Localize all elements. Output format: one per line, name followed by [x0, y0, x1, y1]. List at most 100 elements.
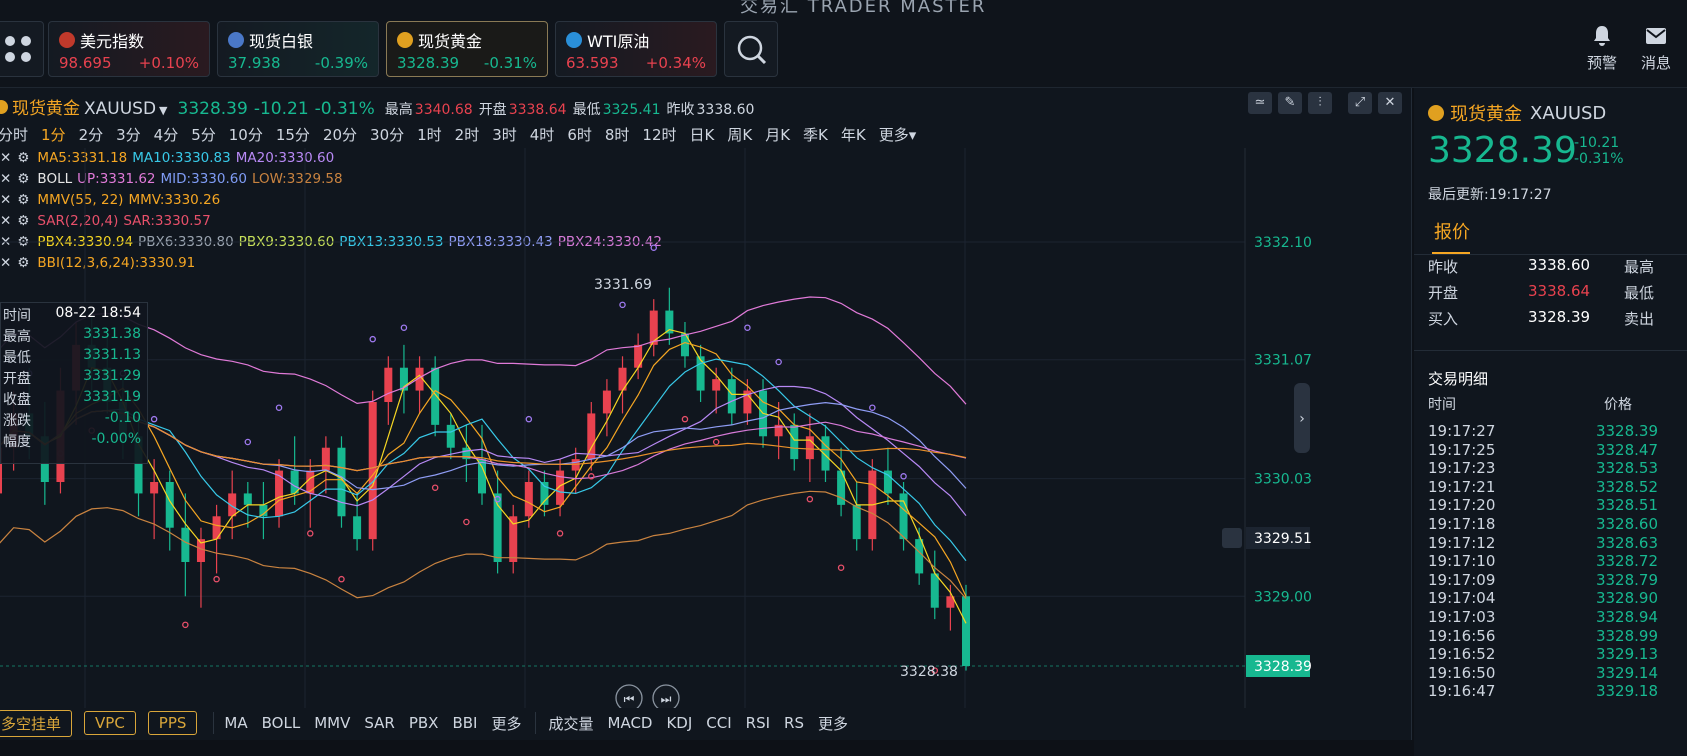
timeframe-option[interactable]: 1分: [41, 124, 66, 146]
trade-time: 19:16:56: [1428, 626, 1496, 645]
skip-forward-icon: ⏭: [661, 692, 672, 706]
main-indicator-button[interactable]: MMV: [314, 714, 350, 732]
sar-dot: [619, 301, 626, 309]
trade-price: 3329.13: [1595, 645, 1658, 664]
trade-time: 19:17:25: [1428, 440, 1496, 459]
sar-dot: [837, 564, 845, 571]
candle-body: [680, 333, 689, 357]
quote-card[interactable]: WTI原油 63.593 +0.34%: [555, 21, 717, 77]
timeframe-option[interactable]: 3分: [116, 124, 141, 146]
alert-button[interactable]: 预警: [1580, 24, 1624, 73]
divider: [213, 712, 215, 734]
trade-time: 19:16:52: [1428, 645, 1496, 664]
prev-label: 昨收: [666, 102, 695, 118]
oil-icon: [566, 32, 582, 48]
y-tick-label: 3331.07: [1254, 353, 1312, 369]
symbol-name[interactable]: 现货黄金: [12, 94, 80, 119]
timeframe-option[interactable]: 8时: [605, 124, 630, 146]
sub-indicator-button[interactable]: 成交量: [548, 713, 593, 734]
quote-change: +0.10%: [138, 54, 199, 72]
timeframe-option[interactable]: 日K: [690, 124, 715, 146]
timeframe-option[interactable]: 20分: [323, 124, 357, 146]
pill-button[interactable]: PPS: [147, 711, 198, 735]
quote-card[interactable]: 现货白银 37.938 -0.39%: [217, 21, 379, 77]
timeframe-option[interactable]: 10分: [229, 124, 263, 146]
mail-icon: [1646, 28, 1666, 44]
candle-type-button[interactable]: ⫶: [1308, 92, 1332, 114]
sub-indicator-button[interactable]: CCI: [706, 714, 731, 732]
timeframe-option[interactable]: 12时: [642, 124, 676, 146]
close-icon: ✕: [1384, 95, 1396, 110]
timeframe-option[interactable]: 周K: [727, 124, 752, 146]
quote-card[interactable]: 现货黄金 3328.39 -0.31%: [386, 21, 548, 77]
panel-symbol-name: 现货黄金: [1450, 104, 1522, 125]
main-indicator-button[interactable]: MA: [224, 714, 247, 732]
quote-card[interactable]: 美元指数 98.695 +0.10%: [48, 21, 210, 77]
tab-quote[interactable]: 报价: [1434, 218, 1470, 244]
sar-dot: [150, 415, 158, 423]
sub-indicator-button[interactable]: RSI: [746, 714, 770, 732]
candle-body: [321, 447, 330, 471]
main-indicator-button[interactable]: SAR: [364, 714, 394, 732]
quote-name: 美元指数: [80, 32, 145, 51]
trade-time: 19:17:09: [1428, 570, 1496, 589]
timeframe-option[interactable]: 2时: [455, 124, 480, 146]
alert-label: 预警: [1586, 54, 1617, 72]
quote-change: -0.39%: [314, 54, 368, 72]
timeframe-option[interactable]: 月K: [765, 124, 790, 146]
candle-body: [602, 390, 611, 414]
chart-style-button[interactable]: ≃: [1248, 92, 1272, 114]
timeframe-option[interactable]: 2分: [79, 124, 104, 146]
quote-price: 98.695: [59, 54, 112, 72]
sub-indicator-button[interactable]: 更多: [818, 713, 848, 734]
apps-button[interactable]: [0, 21, 44, 77]
high-label: 最高: [384, 102, 413, 118]
timeframe-option[interactable]: 6时: [567, 124, 592, 146]
divider: [535, 712, 537, 734]
pill-button[interactable]: 多空挂单: [0, 709, 73, 737]
quote-name: 现货白银: [249, 32, 314, 51]
quote-price: 63.593: [566, 54, 619, 72]
pencil-icon: ✎: [1284, 95, 1296, 110]
sub-indicator-button[interactable]: KDJ: [666, 714, 692, 732]
chevron-right-icon: ›: [1299, 411, 1305, 427]
quote-price: 3328.39: [397, 54, 460, 72]
pill-button[interactable]: VPC: [84, 711, 136, 735]
timeframe-option[interactable]: 年K: [841, 124, 866, 146]
timeframe-option[interactable]: 3时: [492, 124, 517, 146]
sub-indicator-button[interactable]: RS: [784, 714, 804, 732]
draw-tool-button[interactable]: ✎: [1278, 92, 1302, 114]
sub-indicator-button[interactable]: MACD: [608, 714, 653, 732]
trade-time: 19:17:18: [1428, 515, 1496, 533]
message-button[interactable]: 消息: [1634, 24, 1678, 73]
timeframe-option[interactable]: 30分: [370, 124, 404, 146]
timeframe-option[interactable]: 5分: [191, 124, 216, 146]
header-change: -10.21: [253, 99, 309, 119]
main-indicator-button[interactable]: 更多: [491, 713, 521, 734]
candle-body: [899, 493, 908, 540]
quote-val: 3328.39: [1528, 308, 1591, 326]
quote-key: 昨收: [1428, 258, 1459, 276]
timeframe-option[interactable]: 分时: [0, 124, 28, 146]
main-indicator-button[interactable]: BBI: [452, 714, 477, 732]
symbol-code[interactable]: XAUUSD: [84, 99, 156, 119]
timeframe-bar: 分时 1分 2分 3分 4分 5分 10分 15分 20分 30分 1时 2时 3时 4时 6时 8时 12时日…: [0, 124, 929, 146]
timeframe-option[interactable]: 4时: [530, 124, 555, 146]
main-indicator-button[interactable]: PBX: [409, 714, 439, 732]
timeframe-option[interactable]: 15分: [276, 124, 310, 146]
candle-body: [446, 424, 455, 448]
expand-icon: ⤢: [1354, 95, 1366, 110]
chevron-down-icon[interactable]: ▼: [159, 104, 167, 117]
main-indicator-button[interactable]: BOLL: [262, 714, 301, 732]
timeframe-option[interactable]: 更多▾: [879, 124, 917, 146]
candle-body: [649, 310, 658, 345]
search-button[interactable]: [724, 21, 778, 77]
timeframe-option[interactable]: 季K: [803, 124, 828, 146]
timeframe-option[interactable]: 1时: [417, 124, 442, 146]
quote-panel: 现货黄金 XAUUSD 3328.39 -10.21 -0.31% 最后更新:1…: [1414, 88, 1687, 756]
prev-value: 3338.60: [696, 102, 755, 118]
candlestick-chart[interactable]: 3332.103331.073330.033329.003327.9718:05…: [0, 148, 1412, 708]
timeframe-option[interactable]: 4分: [154, 124, 179, 146]
expand-button[interactable]: ⤢: [1348, 92, 1372, 114]
close-chart-button[interactable]: ✕: [1378, 92, 1402, 114]
